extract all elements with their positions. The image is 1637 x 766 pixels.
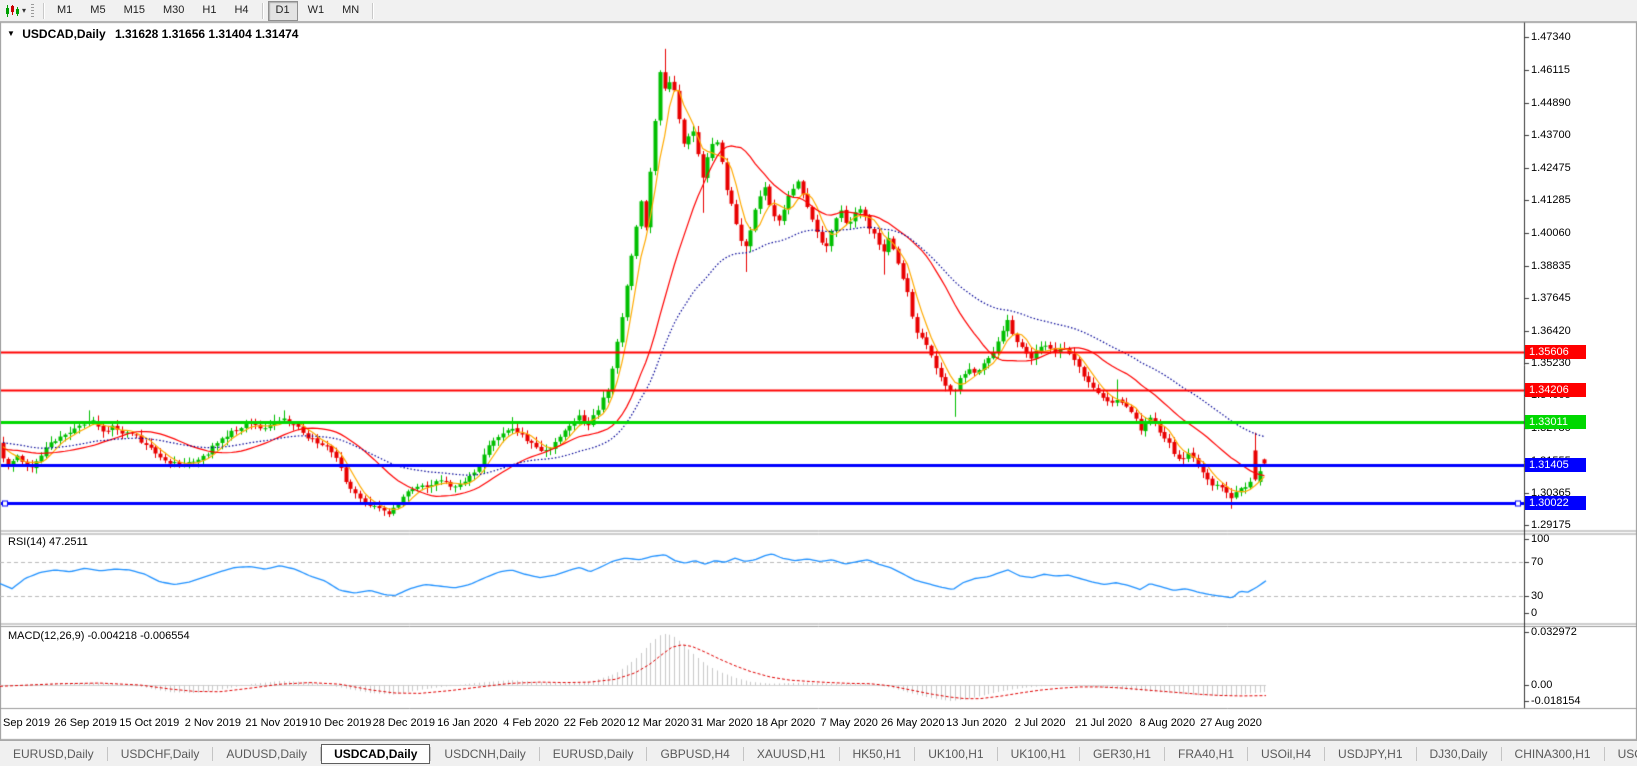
price-level-badge: 1.33011 <box>1525 415 1586 430</box>
price-level-badge: 1.35606 <box>1525 345 1586 360</box>
date-axis-label: 26 Sep 2019 <box>54 717 117 729</box>
date-axis-label: 2 Nov 2019 <box>184 717 242 729</box>
chart-tab-bar: EURUSD,Daily USDCHF,Daily AUDUSD,Daily USDC… <box>0 740 1637 766</box>
new-chart-icon[interactable] <box>3 3 21 19</box>
chart-tab-GBPUSD-H4[interactable]: GBPUSD,H4 <box>647 744 742 764</box>
timeframe-button-H1[interactable]: H1 <box>194 1 224 21</box>
price-axis-label: 1.46115 <box>1531 63 1570 76</box>
chart-tab-USDJPY-H1[interactable]: USDJPY,H1 <box>1325 744 1415 764</box>
macd-axis-label: 0.00 <box>1531 679 1553 691</box>
date-axis-label: 2 Jul 2020 <box>1014 717 1066 729</box>
toolbar-separator <box>372 2 374 19</box>
timeframe-button-W1[interactable]: W1 <box>300 1 333 21</box>
chart-tab-USOil-H1[interactable]: USOil,H1 <box>1605 744 1637 764</box>
date-axis-label: 22 Feb 2020 <box>563 717 626 729</box>
date-axis-label: 7 May 2020 <box>820 717 878 729</box>
collapse-triangle-icon[interactable]: ▼ <box>7 29 15 38</box>
date-axis-label: 18 Apr 2020 <box>755 717 816 729</box>
price-axis-label: 1.43700 <box>1531 128 1571 141</box>
rsi-axis-label: 70 <box>1531 555 1544 568</box>
date-axis-label: 10 Dec 2019 <box>308 717 372 729</box>
price-axis-label: 1.41285 <box>1531 193 1571 206</box>
date-axis-label: 7 Sep 2019 <box>0 717 51 729</box>
chart-tab-USDCHF-Daily[interactable]: USDCHF,Daily <box>108 744 213 764</box>
toolbar-grip[interactable] <box>31 3 35 18</box>
chart-tab-EURUSD-Daily[interactable]: EURUSD,Daily <box>0 744 107 764</box>
timeframe-button-M15[interactable]: M15 <box>116 1 153 21</box>
price-level-badge: 1.31405 <box>1525 458 1586 473</box>
rsi-axis-label: 100 <box>1531 533 1550 545</box>
date-axis-label: 12 Mar 2020 <box>627 717 690 729</box>
chart-tab-HK50-H1[interactable]: HK50,H1 <box>840 744 915 764</box>
date-axis-label: 16 Jan 2020 <box>437 717 498 729</box>
date-axis-label: 8 Aug 2020 <box>1139 717 1196 729</box>
date-axis-label: 21 Nov 2019 <box>245 717 308 729</box>
price-axis-label: 1.37645 <box>1531 291 1571 304</box>
timeframe-button-M5[interactable]: M5 <box>82 1 113 21</box>
macd-axis-label: 0.032972 <box>1531 625 1577 638</box>
chart-tab-USDCAD-Daily[interactable]: USDCAD,Daily <box>321 743 431 764</box>
chart-tab-USOil-H4[interactable]: USOil,H4 <box>1248 744 1324 764</box>
date-axis-label: 13 Jun 2020 <box>946 717 1007 729</box>
chart-ohlc: 1.31628 1.31656 1.31404 1.31474 <box>114 27 299 41</box>
chart-tab-AUDUSD-Daily[interactable]: AUDUSD,Daily <box>213 744 320 764</box>
date-axis-label: 31 Mar 2020 <box>691 717 753 729</box>
price-axis-label: 1.47340 <box>1531 31 1571 43</box>
chart-tab-EURUSD-Daily[interactable]: EURUSD,Daily <box>540 744 647 764</box>
date-axis-label: 26 May 2020 <box>881 717 945 729</box>
chart-title: ▼ USDCAD,Daily 1.31628 1.31656 1.31404 1… <box>7 27 298 41</box>
price-axis-label: 1.38835 <box>1531 259 1571 272</box>
price-axis-label: 1.36420 <box>1531 324 1571 337</box>
date-axis-label: 4 Feb 2020 <box>503 717 559 729</box>
chart-tab-CHINA300-H1[interactable]: CHINA300,H1 <box>1502 744 1604 764</box>
toolbar-separator <box>261 2 263 19</box>
chart-tab-UK100-H1[interactable]: UK100,H1 <box>915 744 996 764</box>
chart-canvas[interactable] <box>0 0 1637 765</box>
price-axis-label: 1.42475 <box>1531 161 1571 174</box>
chevron-down-icon[interactable]: ▾ <box>22 6 26 15</box>
chart-tab-XAUUSD-H1[interactable]: XAUUSD,H1 <box>744 744 839 764</box>
date-axis-label: 28 Dec 2019 <box>372 717 435 729</box>
rsi-indicator-label: RSI(14) 47.2511 <box>8 536 88 548</box>
macd-axis-label: -0.018154 <box>1531 695 1581 707</box>
timeframe-button-D1[interactable]: D1 <box>267 0 298 21</box>
chart-tab-UK100-H1[interactable]: UK100,H1 <box>998 744 1079 764</box>
rsi-axis-label: 30 <box>1531 589 1544 602</box>
timeframe-button-H4[interactable]: H4 <box>226 1 256 21</box>
tabs: EURUSD,Daily USDCHF,Daily AUDUSD,Daily USDC… <box>0 743 1637 764</box>
price-axis-label: 1.29175 <box>1531 519 1571 532</box>
price-level-badge: 1.34206 <box>1525 383 1586 398</box>
date-axis-label: 21 Jul 2020 <box>1075 717 1133 729</box>
chart-tab-GER30-H1[interactable]: GER30,H1 <box>1080 744 1164 764</box>
timeframe-button-M1[interactable]: M1 <box>49 1 80 21</box>
date-axis-label: 27 Aug 2020 <box>1200 717 1262 729</box>
timeframe-button-M30[interactable]: M30 <box>155 1 192 21</box>
toolbar: ▾ M1 M5 M15 M30 H1 H4 D1 W1 MN <box>0 0 1637 22</box>
macd-indicator-label: MACD(12,26,9) -0.004218 -0.006554 <box>8 630 190 642</box>
date-axis-label: 15 Oct 2019 <box>119 717 180 729</box>
timeframe-buttons: M1 M5 M15 M30 H1 H4 D1 W1 MN <box>48 0 368 21</box>
rsi-axis-label: 0 <box>1531 607 1538 619</box>
price-axis-label: 1.40060 <box>1531 226 1571 239</box>
price-level-badge: 1.30022 <box>1525 495 1586 510</box>
toolbar-separator <box>43 2 45 19</box>
chart-tab-USDCNH-Daily[interactable]: USDCNH,Daily <box>431 744 538 764</box>
chart-tab-DJ30-Daily[interactable]: DJ30,Daily <box>1417 744 1501 764</box>
price-axis-label: 1.44890 <box>1531 96 1571 109</box>
chart-symbol: USDCAD,Daily <box>22 27 106 41</box>
trading-app: { "icons": { "collapse_triangle": "▼", "… <box>0 0 1637 766</box>
timeframe-button-MN[interactable]: MN <box>334 1 367 21</box>
chart-tab-FRA40-H1[interactable]: FRA40,H1 <box>1165 744 1247 764</box>
